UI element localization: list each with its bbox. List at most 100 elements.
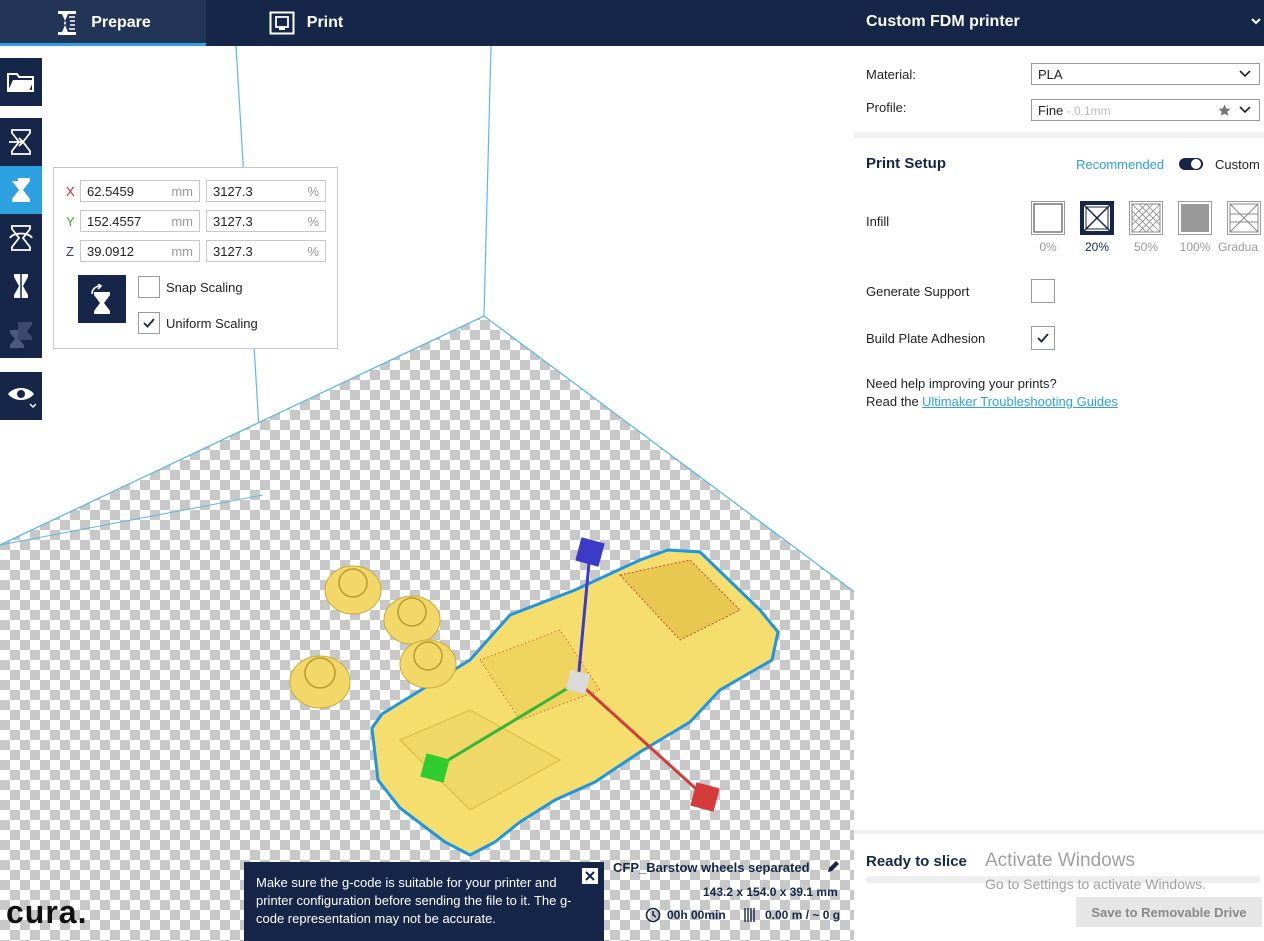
activate-windows-subtitle: Go to Settings to activate Windows. bbox=[985, 876, 1206, 892]
scale-y-percent-input[interactable]: 3127.3 % bbox=[206, 210, 326, 232]
scale-y-mm-value: 152.4557 bbox=[87, 214, 142, 229]
scale-panel: X 62.5459 mm 3127.3 % Y 152.4557 mm 3127… bbox=[53, 167, 338, 349]
model-dimensions: 143.2 x 154.0 x 39.1 mm bbox=[703, 885, 838, 899]
save-to-removable-drive-button[interactable]: Save to Removable Drive bbox=[1076, 897, 1262, 927]
settings-sidebar: Material: PLA Profile: Fine - 0.1mm Prin… bbox=[854, 46, 1264, 941]
print-monitor-icon bbox=[269, 11, 295, 35]
tab-prepare-label: Prepare bbox=[91, 14, 151, 31]
scale-z-mm-value: 39.0912 bbox=[87, 244, 134, 259]
scale-y-percent-value: 3127.3 bbox=[213, 214, 253, 229]
move-tool-button[interactable] bbox=[0, 118, 42, 166]
infill-option-50[interactable] bbox=[1129, 201, 1163, 235]
edit-name-pencil-icon[interactable] bbox=[826, 860, 840, 879]
per-model-settings-button[interactable] bbox=[0, 310, 42, 358]
generate-support-checkbox[interactable] bbox=[1031, 279, 1055, 303]
prepare-icon bbox=[55, 10, 79, 36]
open-folder-icon bbox=[7, 73, 34, 92]
save-button-label: Save to Removable Drive bbox=[1091, 904, 1247, 920]
infill-option-gradual-label: Gradua bbox=[1218, 240, 1259, 254]
scale-z-mm-input[interactable]: 39.0912 mm bbox=[80, 240, 200, 262]
infill-option-20-label: 20% bbox=[1084, 240, 1110, 254]
tab-print[interactable]: Print bbox=[206, 0, 406, 46]
infill-option-gradual[interactable] bbox=[1227, 201, 1261, 235]
infill-light-icon bbox=[1083, 204, 1111, 232]
per-model-settings-icon bbox=[10, 322, 32, 348]
infill-gradual-icon bbox=[1229, 203, 1259, 233]
infill-option-100-label: 100% bbox=[1179, 240, 1211, 254]
chevron-down-icon[interactable] bbox=[1250, 14, 1262, 32]
mode-toggle-switch[interactable] bbox=[1179, 158, 1203, 170]
rotate-tool-button[interactable] bbox=[0, 214, 42, 262]
infill-option-20[interactable] bbox=[1080, 201, 1114, 235]
custom-mode-label[interactable]: Custom bbox=[1215, 157, 1260, 172]
build-plate-adhesion-checkbox[interactable] bbox=[1031, 326, 1055, 350]
toast-close-button[interactable] bbox=[582, 868, 598, 884]
material-dropdown[interactable]: PLA bbox=[1031, 63, 1260, 85]
snap-scaling-checkbox[interactable] bbox=[138, 276, 160, 298]
top-bar: Prepare Print Custom FDM printer bbox=[0, 0, 1264, 46]
scale-tool-icon bbox=[12, 178, 30, 202]
lay-flat-button[interactable] bbox=[78, 275, 126, 323]
profile-label: Profile: bbox=[866, 100, 907, 115]
print-time: 00h 00min bbox=[667, 908, 726, 922]
unit-mm: mm bbox=[171, 184, 193, 199]
infill-option-100[interactable] bbox=[1178, 201, 1212, 235]
material-label: Material: bbox=[866, 67, 916, 82]
chevron-down-icon bbox=[1239, 70, 1251, 78]
scale-z-percent-input[interactable]: 3127.3 % bbox=[206, 240, 326, 262]
scale-z-percent-value: 3127.3 bbox=[213, 244, 253, 259]
slice-status: Ready to slice bbox=[866, 853, 967, 870]
infill-hollow-icon bbox=[1033, 203, 1063, 233]
rotate-tool-icon bbox=[9, 225, 33, 251]
infill-dense-icon bbox=[1131, 203, 1161, 233]
toggle-knob bbox=[1191, 159, 1201, 169]
build-plate-adhesion-label: Build Plate Adhesion bbox=[866, 331, 986, 346]
help-prefix: Read the bbox=[866, 394, 923, 409]
profile-value: Fine bbox=[1038, 103, 1064, 118]
open-file-button[interactable] bbox=[0, 58, 42, 106]
unit-mm: mm bbox=[171, 244, 193, 259]
material-value: PLA bbox=[1038, 67, 1063, 82]
printer-selector[interactable]: Custom FDM printer bbox=[866, 13, 1020, 31]
infill-option-50-label: 50% bbox=[1133, 240, 1159, 254]
scale-x-mm-input[interactable]: 62.5459 mm bbox=[80, 180, 200, 202]
snap-scaling-label: Snap Scaling bbox=[166, 280, 243, 295]
unit-percent: % bbox=[307, 214, 319, 229]
scale-x-percent-input[interactable]: 3127.3 % bbox=[206, 180, 326, 202]
tab-prepare[interactable]: Prepare bbox=[0, 0, 206, 46]
close-icon bbox=[585, 871, 595, 881]
troubleshooting-link[interactable]: Ultimaker Troubleshooting Guides bbox=[922, 394, 1118, 409]
star-icon bbox=[1218, 104, 1231, 116]
infill-option-0[interactable] bbox=[1031, 201, 1065, 235]
uniform-scaling-checkbox[interactable] bbox=[138, 312, 160, 334]
profile-layer-height: - 0.1mm bbox=[1063, 104, 1111, 118]
lay-flat-icon bbox=[91, 284, 110, 314]
infill-solid-icon bbox=[1181, 204, 1209, 232]
scale-y-mm-input[interactable]: 152.4557 mm bbox=[80, 210, 200, 232]
chevron-down-icon bbox=[1239, 106, 1251, 114]
cura-logo: cura. bbox=[6, 894, 88, 930]
profile-dropdown[interactable]: Fine - 0.1mm bbox=[1031, 99, 1260, 121]
mirror-tool-button[interactable] bbox=[0, 262, 42, 310]
checkmark-icon bbox=[143, 318, 155, 328]
recommended-mode-label[interactable]: Recommended bbox=[1076, 157, 1164, 172]
gcode-warning-toast: Make sure the g-code is suitable for you… bbox=[244, 862, 604, 941]
separator bbox=[854, 830, 1264, 834]
activate-windows-title: Activate Windows bbox=[985, 850, 1135, 871]
scale-x-percent-value: 3127.3 bbox=[213, 184, 253, 199]
uniform-scaling-label: Uniform Scaling bbox=[166, 316, 258, 331]
unit-percent: % bbox=[307, 184, 319, 199]
view-mode-button[interactable] bbox=[0, 372, 42, 420]
axis-y-label: Y bbox=[66, 214, 75, 229]
unit-percent: % bbox=[307, 244, 319, 259]
separator bbox=[854, 132, 1264, 138]
move-tool-icon bbox=[9, 129, 31, 155]
mirror-tool-icon bbox=[14, 272, 28, 300]
material-usage: 0.00 m / ~ 0 g bbox=[765, 908, 841, 922]
model-name: CFP_Barstow wheels separated bbox=[613, 860, 810, 875]
scale-tool-button[interactable] bbox=[0, 166, 42, 214]
toast-message: Make sure the g-code is suitable for you… bbox=[256, 875, 572, 926]
help-text: Need help improving your prints? bbox=[866, 376, 1057, 391]
generate-support-label: Generate Support bbox=[866, 284, 970, 299]
axis-x-label: X bbox=[66, 184, 75, 199]
